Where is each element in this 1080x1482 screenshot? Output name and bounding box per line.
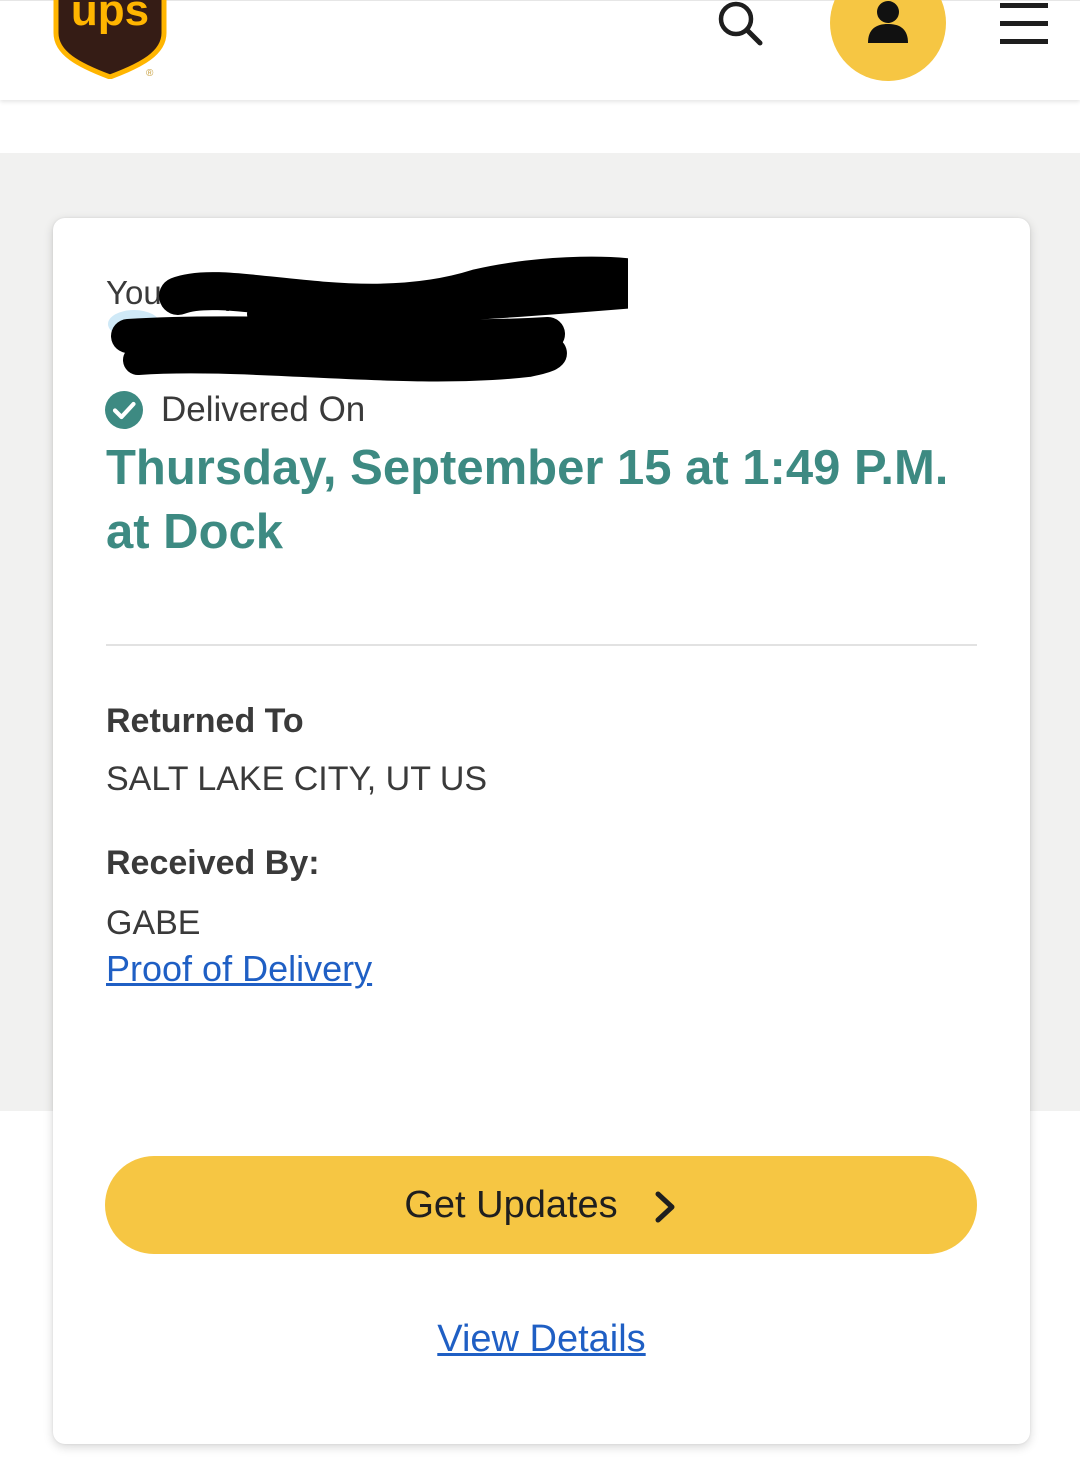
tracking-card: Your shipment Delivered On Thursday, Sep… bbox=[53, 218, 1030, 1444]
site-header: ups ® bbox=[0, 0, 1080, 100]
chevron-right-icon bbox=[655, 1191, 675, 1223]
check-circle-icon bbox=[105, 391, 143, 429]
delivery-date: Thursday, September 15 at 1:49 P.M. at D… bbox=[106, 441, 949, 559]
divider bbox=[106, 644, 977, 646]
returned-to-heading: Returned To bbox=[106, 702, 304, 740]
account-button[interactable] bbox=[830, 0, 946, 81]
user-icon bbox=[868, 1, 908, 43]
received-by-heading: Received By: bbox=[106, 844, 320, 882]
received-by-value: GABE bbox=[106, 904, 201, 942]
get-updates-button[interactable]: Get Updates bbox=[105, 1156, 977, 1254]
search-button[interactable] bbox=[712, 0, 770, 51]
ups-logo[interactable]: ups ® bbox=[52, 0, 168, 80]
hamburger-menu-icon bbox=[1000, 3, 1048, 44]
proof-of-delivery-link[interactable]: Proof of Delivery bbox=[106, 948, 372, 990]
search-icon bbox=[718, 1, 763, 46]
status-label: Delivered On bbox=[161, 390, 366, 429]
menu-button[interactable] bbox=[998, 1, 1050, 49]
svg-text:®: ® bbox=[146, 68, 154, 79]
view-details-link[interactable]: View Details bbox=[53, 1318, 1030, 1361]
returned-to-value: SALT LAKE CITY, UT US bbox=[106, 760, 488, 798]
ups-logo-text: ups bbox=[71, 0, 149, 35]
delivery-status: Delivered On bbox=[105, 390, 365, 430]
get-updates-label: Get Updates bbox=[404, 1183, 618, 1226]
redaction-scribble bbox=[111, 256, 628, 382]
